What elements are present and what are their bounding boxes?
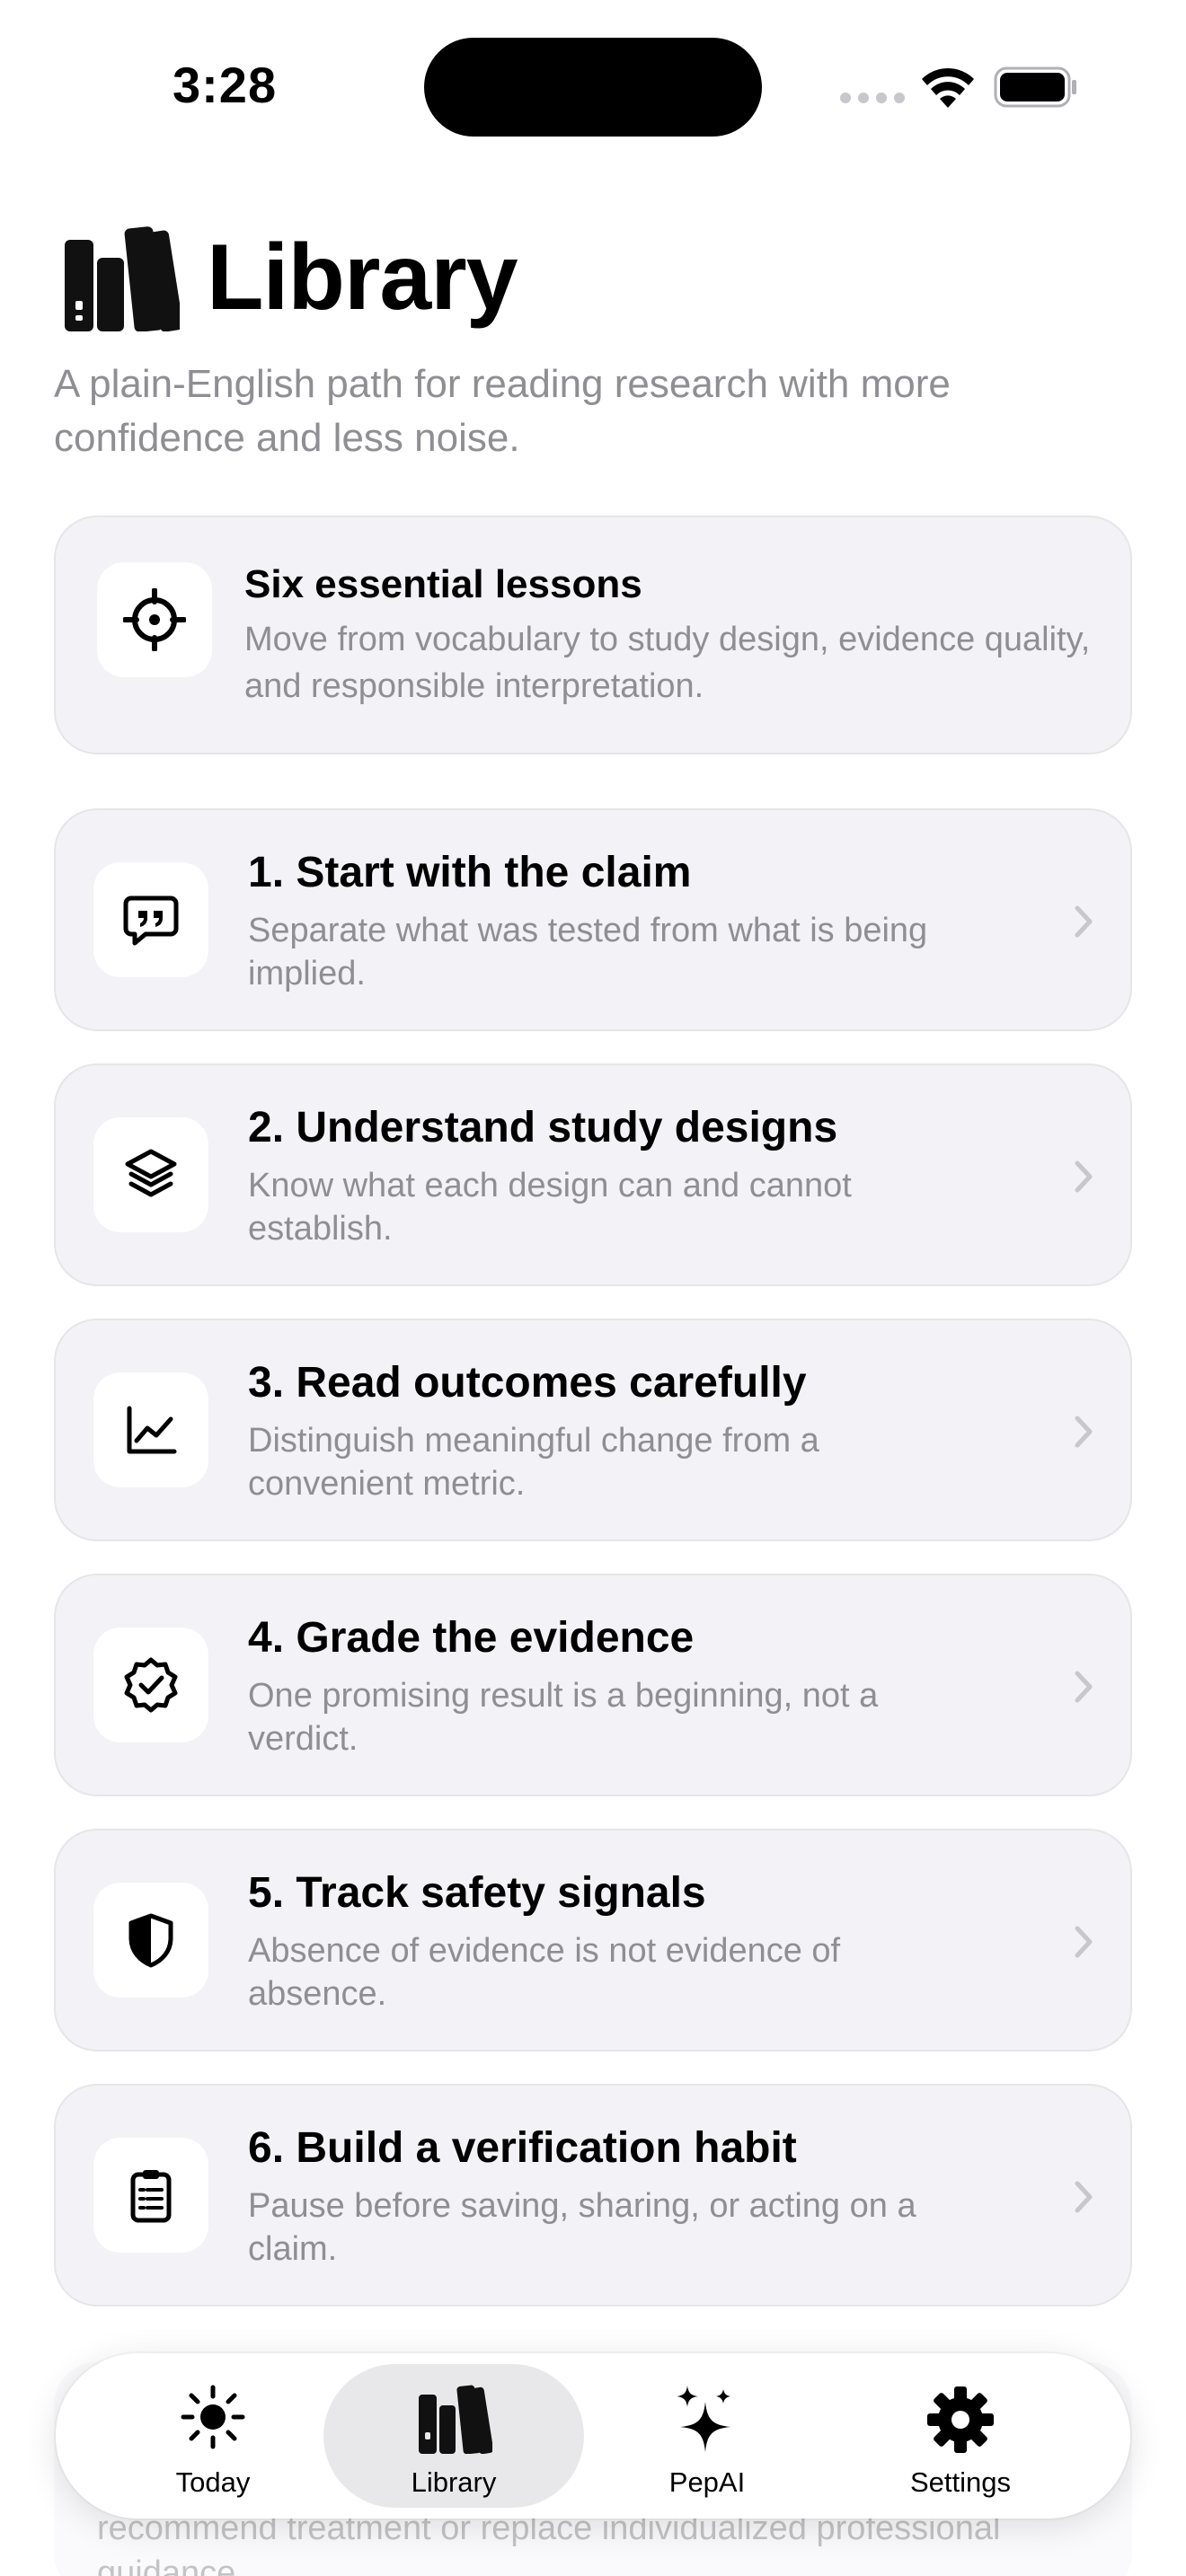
chevron-right-icon: [1075, 905, 1093, 938]
lesson-icon-tile: [93, 2138, 208, 2253]
tab-label: Today: [175, 2466, 251, 2498]
lesson-icon-tile: [93, 1117, 208, 1232]
lesson-icon-tile: [93, 862, 208, 977]
intro-description: Move from vocabulary to study design, ev…: [244, 621, 1091, 705]
clipboard-icon: [130, 2170, 172, 2223]
chevron-right-icon: [1075, 1671, 1093, 1703]
intro-card: Six essential lessons Move from vocabula…: [54, 516, 1132, 754]
tab-label: Library: [411, 2466, 497, 2498]
lesson-icon-tile: [93, 1628, 208, 1742]
lesson-title: 3. Read outcomes carefully: [248, 1359, 807, 1407]
cellular-signal-icon: [840, 93, 905, 103]
status-bar: 3:28: [0, 0, 1186, 171]
lesson-description: Pause before saving, sharing, or acting …: [248, 2187, 916, 2268]
chevron-right-icon: [1075, 1160, 1093, 1193]
tab-library[interactable]: Library: [323, 2364, 584, 2508]
lesson-title: 5. Track safety signals: [248, 1869, 706, 1917]
lesson-icon-tile: [93, 1883, 208, 1998]
intro-title: Six essential lessons: [244, 562, 642, 606]
chevron-right-icon: [1075, 2181, 1093, 2213]
library-screen: 3:28 Library A plain-English path for re…: [0, 0, 1186, 2576]
wifi-icon: [922, 67, 974, 108]
tab-today[interactable]: Today: [83, 2364, 343, 2508]
lesson-row-3[interactable]: 3. Read outcomes carefully Distinguish m…: [54, 1319, 1132, 1541]
lesson-row-2[interactable]: 2. Understand study designs Know what ea…: [54, 1063, 1132, 1286]
shield-icon: [128, 1913, 173, 1968]
sun-icon: [181, 2385, 245, 2449]
tab-label: Settings: [909, 2466, 1011, 2498]
lesson-row-6[interactable]: 6. Build a verification habit Pause befo…: [54, 2084, 1132, 2307]
sparkles-icon: [677, 2386, 730, 2452]
lesson-row-4[interactable]: 4. Grade the evidence One promising resu…: [54, 1574, 1132, 1796]
lesson-icon-tile: [93, 1372, 208, 1487]
line-chart-icon: [127, 1406, 177, 1454]
lesson-description: Know what each design can and cannot est…: [248, 1167, 852, 1248]
lesson-description: Separate what was tested from what is be…: [248, 912, 928, 992]
target-icon: [123, 588, 186, 651]
tab-pepai[interactable]: PepAI: [577, 2364, 837, 2508]
books-icon: [65, 225, 180, 331]
verified-badge-icon: [124, 1657, 178, 1713]
quote-bubble-icon: [123, 895, 179, 946]
lesson-title: 4. Grade the evidence: [248, 1614, 695, 1662]
lesson-title: 2. Understand study designs: [248, 1104, 838, 1151]
battery-icon: [994, 66, 1076, 108]
chevron-right-icon: [1075, 1416, 1093, 1448]
lesson-description: Absence of evidence is not evidence of a…: [248, 1932, 841, 2013]
lesson-description: One promising result is a beginning, not…: [248, 1677, 879, 1758]
tab-settings[interactable]: Settings: [830, 2364, 1091, 2508]
tab-bar: Today Library PepAI Settings: [56, 2353, 1130, 2519]
lesson-row-5[interactable]: 5. Track safety signals Absence of evide…: [54, 1829, 1132, 2051]
lesson-title: 6. Build a verification habit: [248, 2124, 797, 2172]
lesson-title: 1. Start with the claim: [248, 849, 692, 896]
chevron-right-icon: [1075, 1926, 1093, 1958]
page-title: Library: [207, 225, 518, 330]
page-header: Library: [54, 225, 518, 331]
lesson-row-1[interactable]: 1. Start with the claim Separate what wa…: [54, 808, 1132, 1031]
layers-icon: [125, 1149, 177, 1197]
status-time: 3:28: [173, 57, 278, 113]
books-icon: [419, 2385, 492, 2454]
lesson-description: Distinguish meaningful change from a con…: [248, 1422, 819, 1503]
dynamic-island: [424, 38, 762, 137]
intro-icon-tile: [97, 562, 212, 677]
page-subtitle: A plain-English path for reading researc…: [54, 362, 951, 460]
gear-icon: [927, 2386, 994, 2453]
tab-label: PepAI: [668, 2466, 746, 2498]
